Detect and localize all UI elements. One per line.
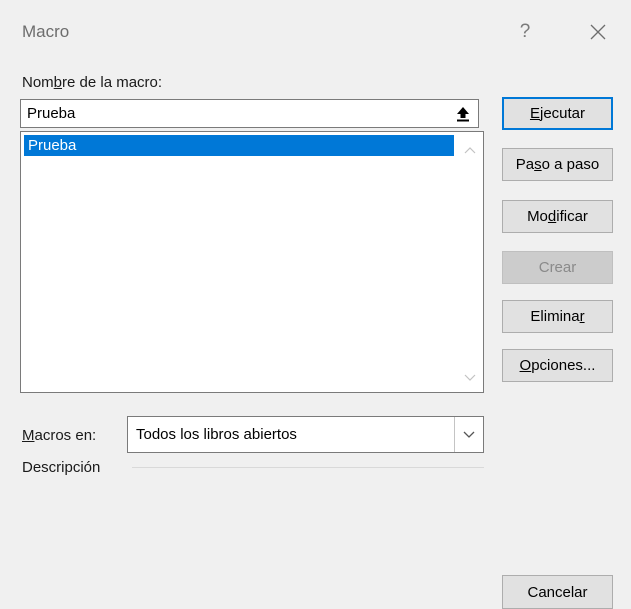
list-item[interactable]: Prueba	[24, 135, 454, 156]
macro-list[interactable]: Prueba	[20, 131, 484, 393]
scroll-up-button[interactable]	[459, 140, 481, 160]
cancel-button[interactable]: Cancelar	[502, 575, 613, 609]
run-button[interactable]: Ejecutar	[502, 97, 613, 130]
macro-name-field[interactable]	[20, 99, 479, 128]
arrow-up-icon	[457, 106, 469, 121]
dialog-title: Macro	[22, 22, 70, 41]
title-bar: Macro ?	[0, 0, 631, 68]
description-separator	[132, 467, 484, 468]
help-button[interactable]: ?	[503, 10, 547, 54]
close-icon	[590, 24, 606, 40]
macro-name-label: Nombre de la macro:	[22, 74, 163, 91]
chevron-down-icon	[464, 374, 476, 381]
step-into-button[interactable]: Pa s o a paso	[502, 148, 613, 181]
macro-dialog: Macro ? Nombre de la macro: Prueba Prueb…	[0, 0, 631, 609]
help-icon: ?	[519, 21, 531, 42]
chevron-down-icon	[463, 431, 475, 438]
delete-button[interactable]: Elimina r	[502, 300, 613, 333]
close-button[interactable]	[576, 10, 620, 54]
edit-button[interactable]: Mo d ificar	[502, 200, 613, 233]
chevron-up-icon	[464, 147, 476, 154]
create-button[interactable]: Crear	[502, 251, 613, 284]
macros-in-select[interactable]: Todos los libros abiertos	[127, 416, 484, 453]
macro-name-input[interactable]	[21, 100, 452, 127]
macros-in-label: Macros en:	[22, 427, 97, 444]
description-label: Descripción	[22, 459, 101, 476]
list-scrollbar[interactable]	[459, 134, 481, 390]
options-button[interactable]: Opciones...	[502, 349, 613, 382]
macros-in-dropdown-button[interactable]	[454, 417, 483, 452]
scroll-down-button[interactable]	[459, 368, 481, 388]
macros-in-value: Todos los libros abiertos	[136, 426, 297, 443]
collapse-dialog-button[interactable]	[452, 103, 474, 124]
